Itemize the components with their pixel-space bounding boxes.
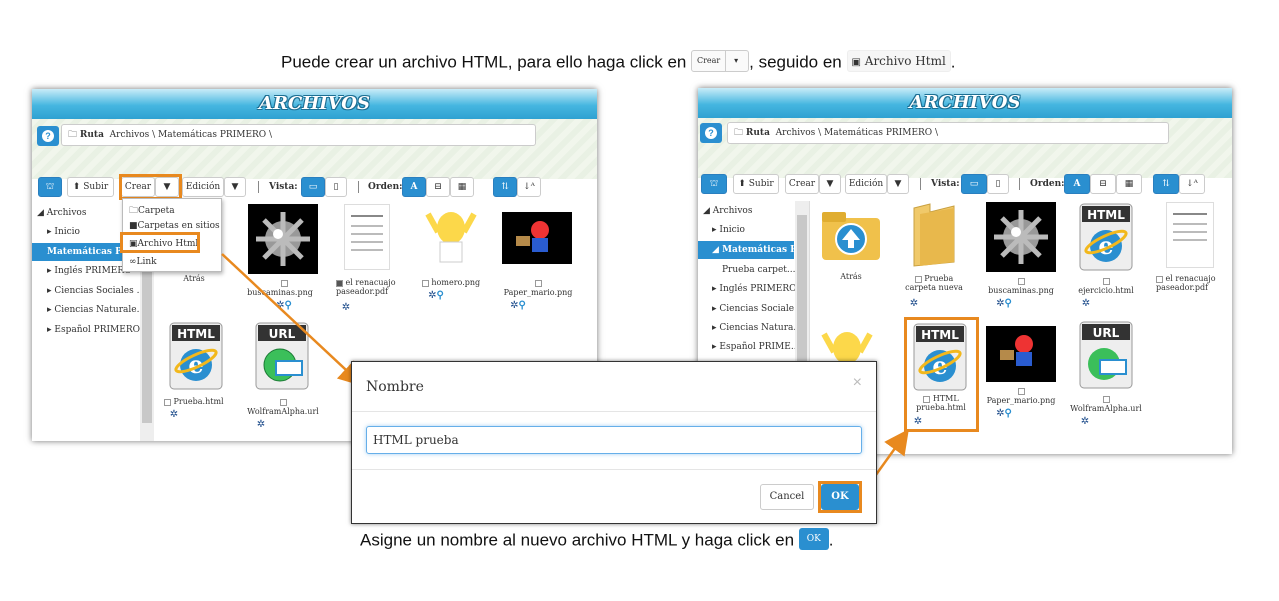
cancel-button[interactable]: Cancel xyxy=(760,484,814,510)
nombre-dialog: Nombre × Cancel OK xyxy=(351,361,877,524)
dialog-header-divider xyxy=(352,411,876,412)
arrow-to-dialog xyxy=(221,253,364,387)
dialog-title: Nombre xyxy=(366,379,424,395)
bottom-instruction-text: Asigne un nombre al nuevo archivo HTML y… xyxy=(360,530,795,550)
bottom-instruction-end: . xyxy=(828,530,834,550)
nombre-input[interactable] xyxy=(366,426,862,454)
inline-ok-button: OK xyxy=(798,528,829,550)
bottom-instruction: Asigne un nombre al nuevo archivo HTML y… xyxy=(360,528,834,552)
dialog-footer-divider xyxy=(352,469,876,470)
ok-highlight xyxy=(818,481,862,513)
close-icon[interactable]: × xyxy=(853,374,862,392)
